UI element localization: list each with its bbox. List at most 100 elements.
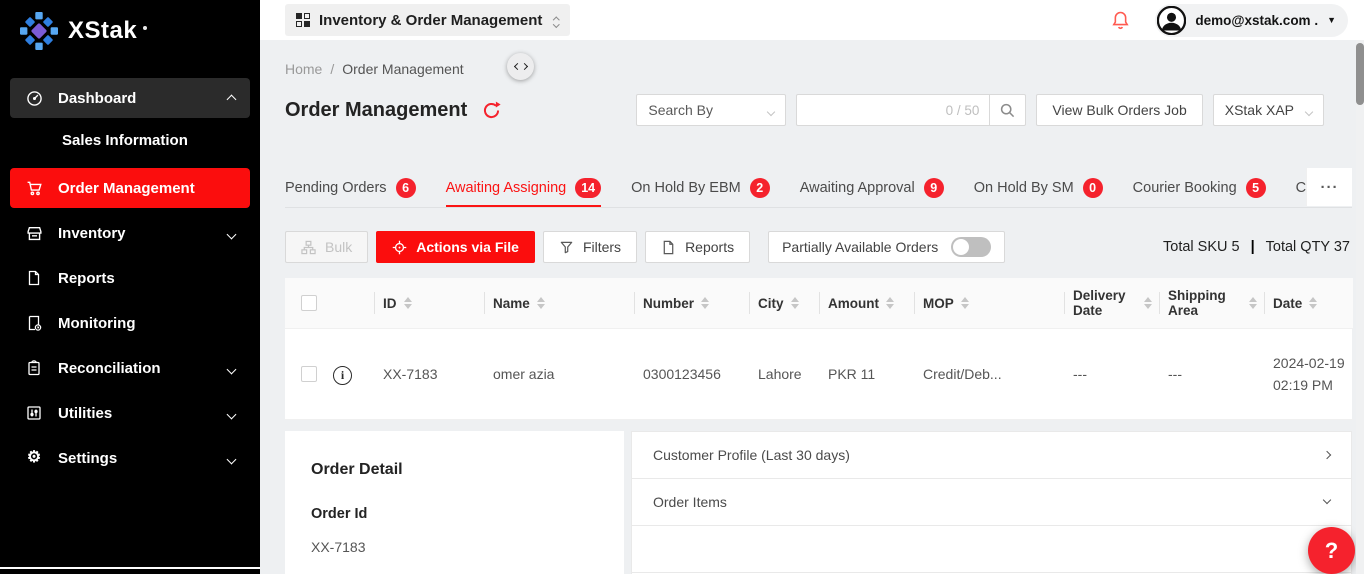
app-switcher-select[interactable]: Inventory & Order Management [285, 4, 570, 36]
sort-icon[interactable] [1249, 297, 1257, 309]
sidebar-item-settings[interactable]: ⚙ Settings [10, 438, 250, 478]
cell-name: omer azia [485, 329, 635, 420]
cell-shipping-area: --- [1160, 329, 1265, 420]
tab-on-hold-by-ebm[interactable]: On Hold By EBM 2 [631, 168, 770, 207]
updown-arrows-icon [554, 14, 559, 26]
user-menu[interactable]: demo@xstak.com . ▼ [1155, 4, 1348, 37]
tab-label: Pending Orders [285, 180, 387, 196]
vertical-scrollbar[interactable] [1356, 40, 1364, 574]
sort-icon[interactable] [1144, 297, 1152, 309]
breadcrumb-current: Order Management [342, 61, 463, 77]
total-qty: Total QTY 37 [1266, 239, 1350, 255]
tab-count-badge: 2 [750, 178, 770, 198]
search-input[interactable] [807, 101, 945, 119]
actions-via-file-button[interactable]: Actions via File [376, 231, 535, 263]
document-icon [25, 269, 43, 287]
info-glyph: i [341, 364, 344, 386]
tab-count-badge: 0 [1083, 178, 1103, 198]
sidebar-item-dashboard[interactable]: Dashboard [10, 78, 250, 118]
sidebar-item-label: Dashboard [58, 90, 136, 107]
info-icon[interactable]: i [333, 366, 352, 385]
status-tabs: Pending Orders 6 Awaiting Assigning 14 O… [285, 168, 1352, 208]
tab-label: Courier Booking [1133, 180, 1237, 196]
sidebar-divider [0, 567, 260, 569]
sort-icon[interactable] [791, 297, 799, 309]
refresh-icon[interactable] [482, 101, 501, 120]
chevron-right-icon [1323, 451, 1331, 459]
header-controls: Search By 0 / 50 [636, 94, 1324, 126]
sidebar-item-reconciliation[interactable]: Reconciliation [10, 348, 250, 388]
store-icon [25, 224, 43, 242]
reports-button[interactable]: Reports [645, 231, 750, 263]
bulk-button[interactable]: Bulk [285, 231, 368, 263]
filters-label: Filters [583, 239, 621, 255]
sidebar-item-reports[interactable]: Reports [10, 258, 250, 298]
scrollbar-thumb[interactable] [1356, 43, 1364, 105]
sidebar-item-monitoring[interactable]: Monitoring [10, 303, 250, 343]
partially-available-orders-toggle[interactable] [951, 237, 991, 257]
search-input-group: 0 / 50 [796, 94, 1026, 126]
accordion-order-items[interactable]: Order Items [632, 479, 1351, 526]
tab-courier-booking[interactable]: Courier Booking 5 [1133, 168, 1266, 207]
chevron-down-icon [228, 405, 235, 422]
search-button[interactable] [989, 94, 1026, 126]
filters-button[interactable]: Filters [543, 231, 637, 263]
tab-awaiting-approval[interactable]: Awaiting Approval 9 [800, 168, 944, 207]
sort-icon[interactable] [537, 297, 545, 309]
info-column-header [325, 278, 375, 329]
tabs-overflow-button[interactable]: ··· [1306, 168, 1352, 206]
tab-pending-orders[interactable]: Pending Orders 6 [285, 168, 416, 207]
accordion-customer-profile[interactable]: Customer Profile (Last 30 days) [632, 432, 1351, 479]
sidebar-item-sales-information[interactable]: Sales Information [10, 123, 250, 157]
table-toolbar: Bulk Actions via File [285, 231, 1352, 263]
sort-icon[interactable] [404, 297, 412, 309]
sort-icon[interactable] [1309, 297, 1317, 309]
gear-icon: ⚙ [25, 449, 43, 467]
totals: Total SKU 5 | Total QTY 37 [1163, 239, 1350, 255]
sort-icon[interactable] [961, 297, 969, 309]
chevron-down-icon [228, 360, 235, 377]
chevron-down-icon [1323, 496, 1331, 504]
sidebar-item-label: Order Management [58, 180, 195, 197]
reports-label: Reports [685, 239, 734, 255]
user-email: demo@xstak.com . [1195, 13, 1318, 28]
clipboard-icon [25, 359, 43, 377]
view-bulk-orders-button[interactable]: View Bulk Orders Job [1036, 94, 1202, 126]
breadcrumb-separator: / [330, 61, 334, 77]
title-row: Order Management Search By [285, 94, 1352, 126]
search-by-select[interactable]: Search By [636, 94, 786, 126]
sidebar-item-label: Reconciliation [58, 360, 161, 377]
tab-awaiting-assigning[interactable]: Awaiting Assigning 14 [446, 168, 602, 207]
dashboard-icon [25, 89, 43, 107]
sidebar-item-utilities[interactable]: Utilities [10, 393, 250, 433]
sidebar-item-label: Settings [58, 450, 117, 467]
orders-table-card: ID Name Number City Amount MOP Delivery … [285, 278, 1352, 420]
cell-mop: Credit/Deb... [915, 329, 1065, 420]
notification-bell-icon[interactable] [1110, 10, 1131, 31]
column-header-name: Name [493, 296, 530, 311]
sidebar: XStak Dashboard Sales Information [0, 0, 260, 574]
xap-select-label: XStak XAP [1225, 102, 1294, 118]
logo[interactable]: XStak [0, 0, 260, 50]
partially-available-orders-control: Partially Available Orders [768, 231, 1005, 263]
row-checkbox[interactable] [301, 366, 317, 382]
breadcrumb-home[interactable]: Home [285, 61, 322, 77]
tab-count-badge: 5 [1246, 178, 1266, 198]
table-row[interactable]: i XX-7183 omer azia 0300123456 Lahore PK… [285, 329, 1353, 420]
tab-on-hold-by-sm[interactable]: On Hold By SM 0 [974, 168, 1103, 207]
sort-icon[interactable] [701, 297, 709, 309]
search-icon [999, 102, 1016, 119]
accordion-next-section[interactable] [632, 526, 1351, 573]
xap-select[interactable]: XStak XAP [1213, 94, 1324, 126]
select-all-checkbox[interactable] [301, 295, 317, 311]
table-header-row: ID Name Number City Amount MOP Delivery … [285, 278, 1353, 329]
sidebar-item-order-management[interactable]: Order Management [10, 168, 250, 208]
order-detail-title: Order Detail [311, 461, 598, 479]
accordion-label: Order Items [653, 494, 727, 510]
sidebar-item-inventory[interactable]: Inventory [10, 213, 250, 253]
help-fab-button[interactable]: ? [1308, 527, 1355, 574]
search-by-label: Search By [648, 102, 713, 118]
sort-icon[interactable] [886, 297, 894, 309]
column-header-date: Date [1273, 296, 1302, 311]
sidebar-collapse-button[interactable] [507, 53, 534, 80]
